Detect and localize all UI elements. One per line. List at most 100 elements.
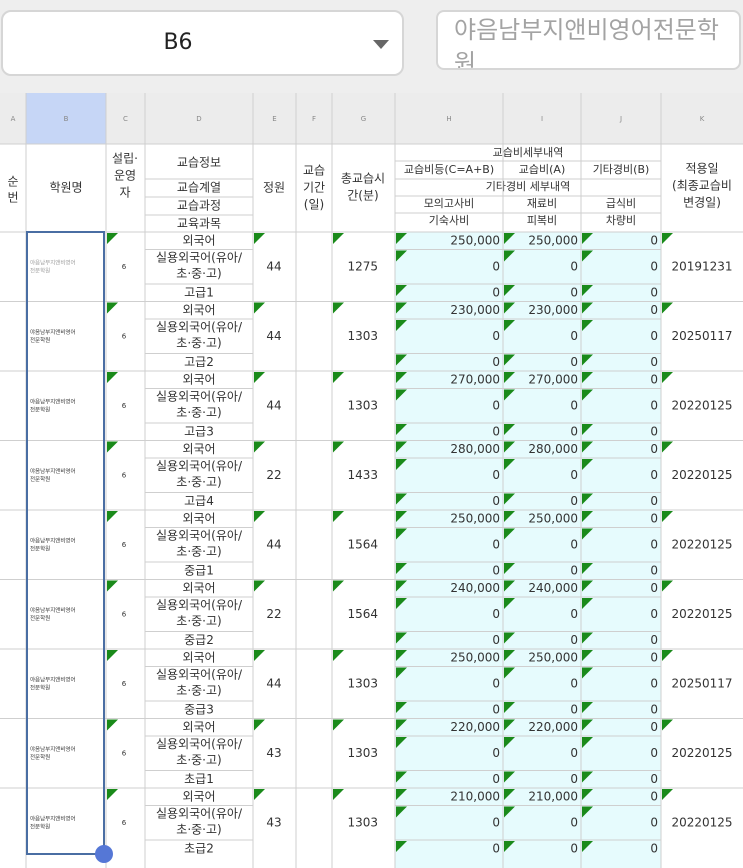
category-cell: 외국어 bbox=[182, 442, 215, 456]
header-total-time-l2: 간(분) bbox=[347, 189, 378, 203]
meal-cell: 0 bbox=[650, 607, 658, 621]
capacity-cell: 43 bbox=[266, 746, 281, 760]
mock-exam-cell: 0 bbox=[492, 607, 500, 621]
column-letter-i: I bbox=[541, 115, 543, 123]
academy-name-l2: 전문학원 bbox=[30, 336, 50, 344]
formula-bar[interactable]: 야음남부지앤비영어전문학원 bbox=[436, 10, 741, 70]
academy-name-l1: 야음남부지앤비영어 bbox=[30, 537, 76, 545]
formula-bar-value: 야음남부지앤비영어전문학원 bbox=[454, 16, 719, 70]
header-course: 교습과정 bbox=[177, 199, 221, 213]
mock-exam-cell: 0 bbox=[492, 816, 500, 830]
comment-marker bbox=[662, 789, 673, 800]
category-cell: 외국어 bbox=[182, 651, 215, 665]
comment-marker bbox=[333, 789, 344, 800]
header-uniform: 피복비 bbox=[527, 214, 557, 227]
founder-cell: 6 bbox=[122, 263, 127, 271]
header-date-l1: 적용일 bbox=[685, 162, 718, 176]
tuition-cell: 280,000 bbox=[528, 442, 578, 456]
academy-name-l1: 야음남부지앤비영어 bbox=[30, 745, 76, 753]
category-cell: 외국어 bbox=[182, 234, 215, 248]
material-cell: 0 bbox=[570, 677, 578, 691]
header-dorm: 기숙사비 bbox=[429, 214, 469, 227]
date-cell: 20220125 bbox=[671, 468, 732, 482]
uniform-cell: 0 bbox=[570, 286, 578, 300]
capacity-cell: 22 bbox=[266, 607, 281, 621]
course-cell-l2: 초·중·고) bbox=[176, 336, 221, 350]
comment-marker bbox=[254, 511, 265, 522]
column-letter-b: B bbox=[64, 115, 69, 123]
total-time-cell: 1564 bbox=[347, 538, 378, 552]
comment-marker bbox=[662, 580, 673, 592]
date-cell: 20220125 bbox=[671, 607, 732, 621]
total-time-cell: 1433 bbox=[347, 468, 378, 482]
spreadsheet-grid[interactable]: A B C D E F G H I J K 순 번 학원명 설립· 운영 자 교습정보 교습계열 교습과정 교육과목 정원… bbox=[0, 93, 743, 868]
cell-reference-box[interactable]: B6 bbox=[1, 10, 404, 76]
comment-marker bbox=[333, 441, 344, 453]
comment-marker bbox=[662, 650, 673, 661]
header-vehicle: 차량비 bbox=[606, 214, 636, 227]
header-meal: 급식비 bbox=[606, 197, 636, 210]
total-time-cell: 1303 bbox=[347, 399, 378, 413]
category-cell: 외국어 bbox=[182, 720, 215, 734]
vehicle-cell: 0 bbox=[650, 286, 658, 300]
total-time-cell: 1303 bbox=[347, 746, 378, 760]
subject-cell: 초급1 bbox=[184, 772, 214, 786]
header-other-fee: 기타경비(B) bbox=[593, 163, 650, 176]
capacity-cell: 44 bbox=[266, 329, 281, 343]
header-info-group: 교습정보 bbox=[177, 156, 221, 170]
meal-cell: 0 bbox=[650, 260, 658, 274]
other-fee-cell: 0 bbox=[650, 581, 658, 595]
comment-marker bbox=[107, 511, 118, 522]
comment-marker bbox=[662, 302, 673, 314]
uniform-cell: 0 bbox=[570, 772, 578, 786]
course-cell-l2: 초·중·고) bbox=[176, 545, 221, 559]
comment-marker bbox=[662, 441, 673, 453]
column-letter-d: D bbox=[196, 115, 201, 123]
selection-drag-handle[interactable] bbox=[95, 845, 113, 863]
toolbar: B6 야음남부지앤비영어전문학원 bbox=[0, 0, 743, 93]
comment-marker bbox=[333, 511, 344, 522]
material-cell: 0 bbox=[570, 468, 578, 482]
mock-exam-cell: 0 bbox=[492, 538, 500, 552]
uniform-cell: 0 bbox=[570, 425, 578, 439]
comment-marker bbox=[107, 302, 118, 314]
dorm-cell: 0 bbox=[492, 355, 500, 369]
header-period-l2: 기간 bbox=[303, 181, 325, 195]
founder-cell: 6 bbox=[122, 680, 127, 688]
mock-exam-cell: 0 bbox=[492, 260, 500, 274]
material-cell: 0 bbox=[570, 607, 578, 621]
meal-cell: 0 bbox=[650, 399, 658, 413]
vehicle-cell: 0 bbox=[650, 772, 658, 786]
date-cell: 20220125 bbox=[671, 746, 732, 760]
capacity-cell: 22 bbox=[266, 468, 281, 482]
total-time-cell: 1303 bbox=[347, 816, 378, 830]
fee-total-cell: 280,000 bbox=[450, 442, 500, 456]
academy-name-l1: 야음남부지앤비영어 bbox=[30, 398, 76, 406]
course-cell-l2: 초·중·고) bbox=[176, 406, 221, 420]
comment-marker bbox=[107, 789, 118, 800]
column-letter-c: C bbox=[123, 115, 128, 123]
column-header-bar bbox=[0, 93, 743, 144]
fee-total-cell: 210,000 bbox=[450, 790, 500, 804]
date-cell: 20250117 bbox=[671, 329, 732, 343]
comment-marker bbox=[107, 719, 118, 731]
academy-name-l2: 전문학원 bbox=[30, 406, 50, 414]
founder-cell: 6 bbox=[122, 472, 127, 480]
date-cell: 20250117 bbox=[671, 677, 732, 691]
mock-exam-cell: 0 bbox=[492, 399, 500, 413]
fee-total-cell: 270,000 bbox=[450, 373, 500, 387]
comment-marker bbox=[662, 372, 673, 383]
course-cell-l1: 실용외국어(유아/ bbox=[156, 737, 243, 751]
date-cell: 20220125 bbox=[671, 816, 732, 830]
tuition-cell: 250,000 bbox=[528, 234, 578, 248]
uniform-cell: 0 bbox=[570, 494, 578, 508]
sheet-canvas[interactable]: A B C D E F G H I J K 순번 학원명 설립· 운영자 교습정보교습계열교습과정교육과목 정원… bbox=[0, 93, 743, 868]
dorm-cell: 0 bbox=[492, 703, 500, 717]
uniform-cell: 0 bbox=[570, 703, 578, 717]
academy-name-l1: 야음남부지앤비영어 bbox=[30, 467, 76, 475]
mock-exam-cell: 0 bbox=[492, 468, 500, 482]
subject-cell: 중급3 bbox=[184, 703, 214, 717]
chevron-down-icon[interactable] bbox=[373, 40, 389, 49]
header-mock-exam: 모의고사비 bbox=[424, 197, 475, 210]
subject-cell: 중급1 bbox=[184, 564, 214, 578]
